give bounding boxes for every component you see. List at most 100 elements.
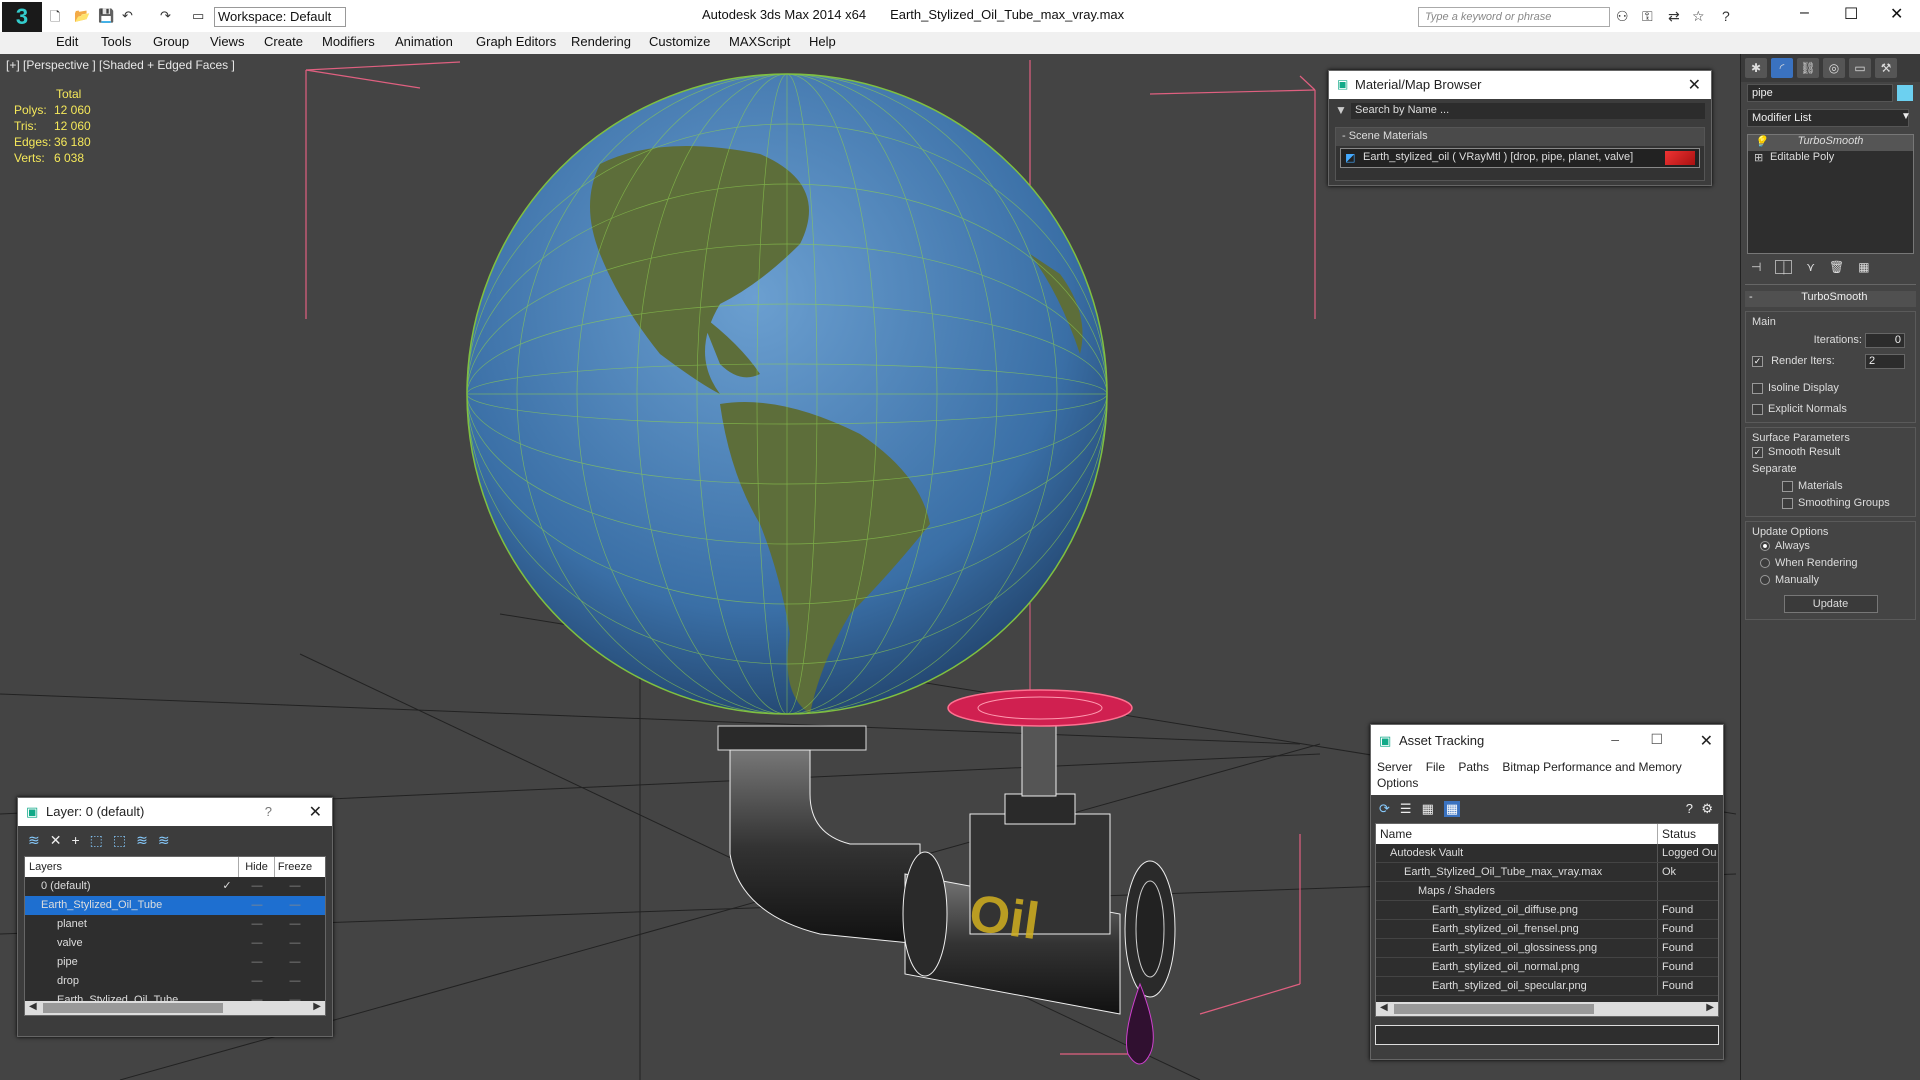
minimize-icon[interactable]: – [1611,731,1619,747]
add-to-layer-icon[interactable]: + [71,832,79,850]
menu-paths[interactable]: Paths [1458,760,1489,774]
open-file-icon[interactable]: 📂 [74,8,90,24]
binoculars-icon[interactable]: ⚇ [1616,8,1629,25]
keyword-search-input[interactable]: Type a keyword or phrase [1418,7,1610,27]
col-freeze[interactable]: Freeze [275,857,315,877]
freeze-toggle-icon[interactable]: — [275,896,315,915]
close-icon[interactable]: ✕ [309,802,322,822]
help-button[interactable]: ? [265,804,272,819]
app-logo-icon[interactable]: 3 [2,2,42,32]
scroll-right-icon[interactable]: ▶ [1706,1002,1714,1013]
project-folder-icon[interactable]: ▭ [192,8,204,24]
asset-row[interactable]: Earth_stylized_oil_diffuse.png Found [1376,901,1718,920]
current-layer-check[interactable] [215,896,239,915]
scroll-thumb[interactable] [43,1003,223,1013]
menu-options[interactable]: Options [1377,776,1418,790]
materials-checkbox[interactable] [1782,480,1793,492]
create-tab-icon[interactable]: ✱ [1745,58,1767,78]
update-button[interactable]: Update [1783,595,1878,613]
undo-icon[interactable]: ↶ [122,8,133,24]
menu-create[interactable]: Create [264,34,303,49]
filter-dropdown-icon[interactable]: ▼ [1335,103,1347,117]
list-view-icon[interactable]: ☰ [1400,801,1412,817]
grid-view-icon[interactable]: ▦ [1443,801,1461,817]
select-objects-icon[interactable]: ⬚ [90,832,103,850]
menu-group[interactable]: Group [153,34,189,49]
asset-status-field[interactable] [1375,1025,1719,1045]
minimize-icon[interactable]: – [1800,4,1809,22]
freeze-toggle-icon[interactable]: — [275,934,315,953]
asset-row[interactable]: Earth_stylized_oil_glossiness.png Found [1376,939,1718,958]
layer-row[interactable]: Earth_Stylized_Oil_Tube — — [25,896,325,915]
save-file-icon[interactable]: 💾 [98,8,114,24]
modifier-list-dropdown[interactable]: Modifier List [1747,109,1909,127]
current-layer-check[interactable] [215,934,239,953]
table-view-icon[interactable]: ▦ [1422,801,1434,817]
asset-row[interactable]: Autodesk Vault Logged Ou [1376,844,1718,863]
help-icon[interactable]: ? [1686,801,1693,816]
scroll-right-icon[interactable]: ▶ [313,1001,321,1012]
vault-settings-icon[interactable]: ⚙ [1701,801,1713,817]
exchange-icon[interactable]: ⇄ [1668,8,1680,25]
scroll-left-icon[interactable]: ◀ [1380,1002,1388,1013]
render-iters-checkbox[interactable]: ✓ [1752,355,1763,367]
hide-toggle-icon[interactable]: — [239,877,275,896]
hide-all-icon[interactable]: ≋ [136,832,148,850]
oil-pipe[interactable]: Oil [717,689,1176,1065]
help-icon[interactable]: ? [1722,8,1730,24]
expand-icon[interactable]: ⊞ [1754,151,1763,164]
highlight-layer-icon[interactable]: ⬚ [113,832,126,850]
render-iters-spinner[interactable]: 2 [1865,354,1905,369]
hide-toggle-icon[interactable]: — [239,915,275,934]
explicit-normals-checkbox[interactable] [1752,403,1763,415]
workspace-dropdown[interactable]: Workspace: Default [214,7,346,27]
current-layer-check[interactable] [215,953,239,972]
horizontal-scrollbar[interactable]: ◀ ▶ [1376,1002,1718,1016]
scene-materials-group[interactable]: - Scene Materials [1336,128,1704,146]
col-name[interactable]: Name [1376,824,1658,844]
asset-row[interactable]: Maps / Shaders [1376,882,1718,901]
when-rendering-radio[interactable] [1760,558,1770,569]
hide-toggle-icon[interactable]: — [239,896,275,915]
always-radio[interactable] [1760,541,1770,552]
planet-globe[interactable] [466,73,1108,715]
menu-file[interactable]: File [1426,760,1445,774]
refresh-icon[interactable]: ⟳ [1379,801,1390,817]
menu-animation[interactable]: Animation [395,34,453,49]
smoothing-groups-checkbox[interactable] [1782,497,1793,509]
material-search-input[interactable]: Search by Name ... [1351,103,1705,119]
show-end-result-icon[interactable]: ⏐ [1775,260,1793,275]
menu-tools[interactable]: Tools [101,34,131,49]
create-layer-icon[interactable]: ≋ [28,832,40,850]
menu-maxscript[interactable]: MAXScript [729,34,790,49]
turbosmooth-rollout-header[interactable]: - TurboSmooth [1745,291,1916,307]
current-layer-check[interactable] [215,915,239,934]
modify-tab-icon[interactable]: ◜ [1771,58,1793,78]
remove-modifier-icon[interactable]: 🗑 [1829,260,1844,274]
scroll-left-icon[interactable]: ◀ [29,1001,37,1012]
menu-bitmap[interactable]: Bitmap Performance and Memory [1502,760,1681,774]
collapse-icon[interactable]: - [1749,291,1753,303]
motion-tab-icon[interactable]: ◎ [1823,58,1845,78]
material-item[interactable]: ◩ Earth_stylized_oil ( VRayMtl ) [drop, … [1340,148,1700,168]
menu-views[interactable]: Views [210,34,244,49]
hide-toggle-icon[interactable]: — [239,972,275,991]
menu-server[interactable]: Server [1377,760,1412,774]
chevron-down-icon[interactable]: ▼ [1901,111,1911,122]
utilities-tab-icon[interactable]: ⚒ [1875,58,1897,78]
layer-row[interactable]: drop — — [25,972,325,991]
menu-graph-editors[interactable]: Graph Editors [476,34,556,49]
freeze-toggle-icon[interactable]: — [275,953,315,972]
freeze-toggle-icon[interactable]: — [275,915,315,934]
maximize-icon[interactable]: ☐ [1650,731,1663,748]
maximize-icon[interactable]: ☐ [1844,4,1858,24]
freeze-toggle-icon[interactable]: — [275,877,315,896]
hierarchy-tab-icon[interactable]: ⛓ [1797,58,1819,78]
stack-item-turbosmooth[interactable]: 💡 TurboSmooth [1748,135,1913,151]
menu-customize[interactable]: Customize [649,34,710,49]
asset-row[interactable]: Earth_stylized_oil_normal.png Found [1376,958,1718,977]
stack-item-editable-poly[interactable]: ⊞ Editable Poly [1748,151,1913,167]
isoline-checkbox[interactable] [1752,382,1763,394]
close-icon[interactable]: ✕ [1890,4,1903,24]
key-icon[interactable]: ⚿ [1642,8,1653,25]
